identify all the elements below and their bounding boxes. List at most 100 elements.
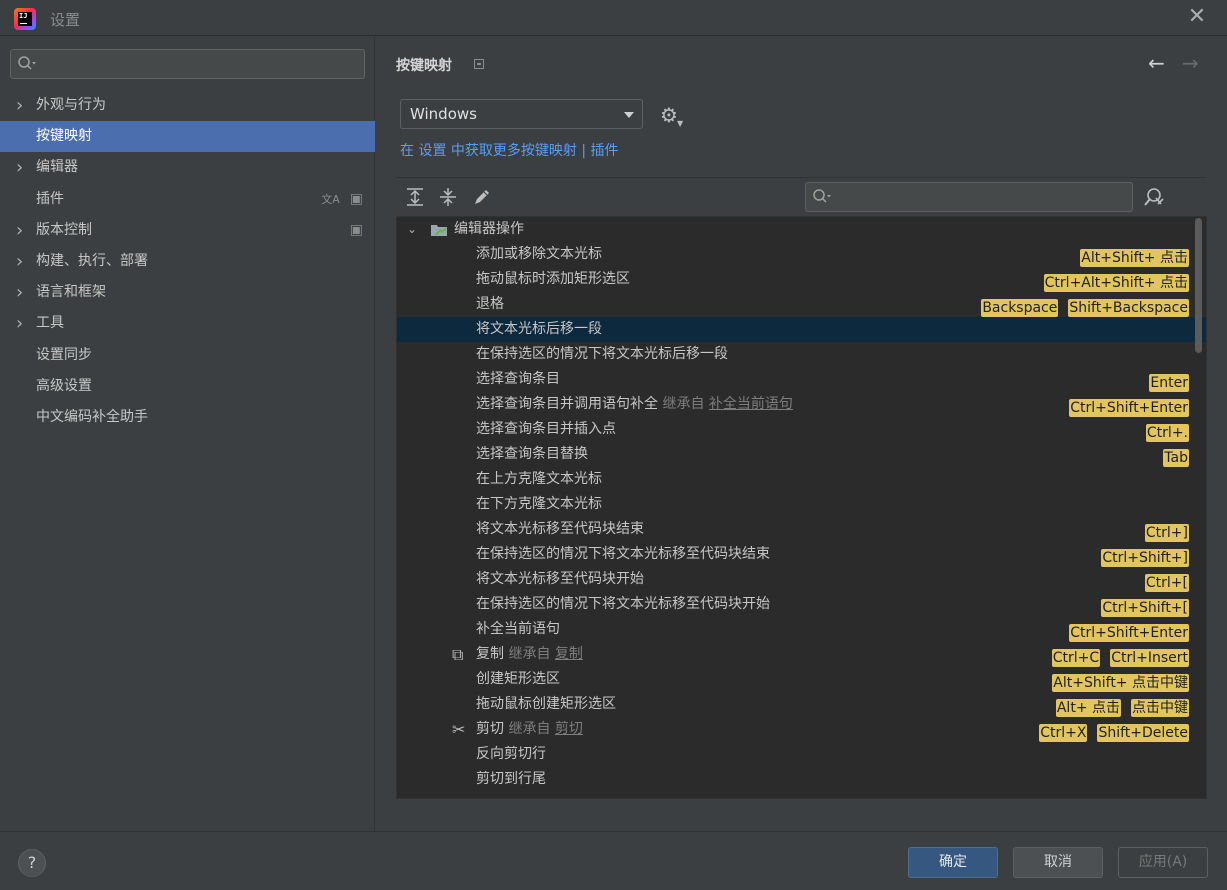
tree-action-row[interactable]: 选择查询条目并调用语句补全 继承自 补全当前语句 Ctrl+Shift+Enter [397, 392, 1206, 417]
help-button[interactable]: ? [18, 849, 46, 877]
shortcut-badge[interactable]: Shift+Delete [1097, 724, 1189, 742]
tree-action-label-group: 将文本光标后移一段 [476, 317, 602, 342]
tree-action-label: 补全当前语句 [476, 621, 560, 637]
collapse-all-icon[interactable] [439, 187, 457, 212]
tree-action-row[interactable]: 在保持选区的情况下将文本光标移至代码块结束 Ctrl+Shift+] [397, 542, 1206, 567]
shortcut-list: Ctrl+Alt+Shift+ 点击 [1034, 271, 1189, 292]
tree-action-row[interactable]: 反向剪切行 [397, 742, 1206, 767]
shortcut-badge[interactable]: Ctrl+Shift+[ [1101, 599, 1189, 617]
shortcut-badge[interactable]: Ctrl+. [1145, 424, 1189, 442]
cancel-button[interactable]: 取消 [1013, 847, 1103, 878]
sidebar-item[interactable]: › 编辑器 [0, 152, 375, 183]
sidebar-search-input[interactable] [10, 49, 365, 79]
shortcut-badge[interactable]: Alt+Shift+ 点击 [1080, 249, 1189, 267]
shortcut-badge[interactable]: Ctrl+Alt+Shift+ 点击 [1043, 274, 1189, 292]
tree-action-row[interactable]: 选择查询条目并插入点 Ctrl+. [397, 417, 1206, 442]
action-search-input[interactable] [805, 182, 1133, 212]
shortcut-badge[interactable]: Ctrl+C [1051, 649, 1101, 667]
tree-category-row[interactable]: ⌄ 编辑器操作 [397, 217, 1206, 242]
shortcut-badge[interactable]: Enter [1149, 374, 1189, 392]
get-more-keymaps-links: 在 设置 中获取更多按键映射 | 插件 [400, 140, 619, 160]
sidebar-item[interactable]: › 版本控制 ▣ [0, 215, 375, 246]
tree-action-row[interactable]: 在上方克隆文本光标 [397, 467, 1206, 492]
tree-action-row[interactable]: 选择查询条目 Enter [397, 367, 1206, 392]
ok-button[interactable]: 确定 [908, 847, 998, 878]
shortcut-badge[interactable]: Backspace [981, 299, 1059, 317]
tree-action-row[interactable]: 补全当前语句 Ctrl+Shift+Enter [397, 617, 1206, 642]
gear-icon[interactable]: ⚙ [660, 103, 678, 127]
chevron-right-icon[interactable]: › [16, 152, 30, 183]
tree-action-label-group: 将文本光标移至代码块开始 [476, 567, 644, 592]
close-icon[interactable]: ✕ [1186, 6, 1208, 29]
sidebar-item[interactable]: › 工具 [0, 308, 375, 339]
tree-action-row[interactable]: 选择查询条目替换 Tab [397, 442, 1206, 467]
apply-button[interactable]: 应用(A) [1118, 847, 1208, 878]
keymap-dropdown[interactable]: Windows [400, 99, 643, 129]
tree-action-row[interactable]: ⧉ 复制 继承自 复制 Ctrl+C Ctrl+Insert [397, 642, 1206, 667]
edit-shortcut-icon[interactable] [472, 187, 492, 212]
tree-action-label-group: 创建矩形选区 [476, 667, 560, 692]
shortcut-badge[interactable]: Ctrl+Shift+Enter [1069, 399, 1189, 417]
plugins-link[interactable]: 插件 [591, 143, 619, 159]
shortcut-badge[interactable]: 点击中键 [1131, 699, 1189, 717]
shortcut-badge[interactable]: Shift+Backspace [1068, 299, 1189, 317]
tree-action-label-group: 退格 [476, 292, 504, 317]
sidebar-item-label: 中文编码补全助手 [36, 409, 148, 425]
sidebar-item-icons: ▣ [340, 215, 363, 246]
inherited-target-link[interactable]: 补全当前语句 [709, 396, 793, 412]
chevron-down-icon[interactable]: ⌄ [407, 217, 417, 242]
tree-action-row[interactable]: ✂ 剪切 继承自 剪切 Ctrl+X Shift+Delete [397, 717, 1206, 742]
tree-action-row[interactable]: 将文本光标移至代码块结束 Ctrl+] [397, 517, 1206, 542]
shortcut-list: Ctrl+. [1136, 421, 1189, 442]
inherited-target-link[interactable]: 剪切 [555, 721, 583, 737]
tree-action-row[interactable]: 创建矩形选区 Alt+Shift+ 点击中键 [397, 667, 1206, 692]
shortcut-badge[interactable]: Ctrl+[ [1144, 574, 1189, 592]
shortcut-badge[interactable]: Ctrl+Shift+] [1101, 549, 1189, 567]
get-more-keymaps-link[interactable]: 在 设置 中获取更多按键映射 [400, 143, 577, 159]
forward-arrow-icon[interactable]: → [1182, 51, 1199, 75]
back-arrow-icon[interactable]: ← [1148, 51, 1165, 75]
tree-action-row[interactable]: 在下方克隆文本光标 [397, 492, 1206, 517]
tree-action-row[interactable]: 拖动鼠标创建矩形选区 Alt+ 点击 点击中键 [397, 692, 1206, 717]
shortcut-badge[interactable]: Alt+Shift+ 点击中键 [1052, 674, 1189, 692]
chevron-right-icon[interactable]: › [16, 308, 30, 339]
tree-scrollbar[interactable] [1195, 218, 1202, 353]
tree-action-row[interactable]: 拖动鼠标时添加矩形选区 Ctrl+Alt+Shift+ 点击 [397, 267, 1206, 292]
shortcut-badge[interactable]: Ctrl+Shift+Enter [1069, 624, 1189, 642]
tree-action-label-group: 选择查询条目 [476, 367, 560, 392]
expand-all-icon[interactable] [406, 187, 424, 212]
shortcut-badge[interactable]: Ctrl+] [1144, 524, 1189, 542]
chevron-right-icon[interactable]: › [16, 90, 30, 121]
shortcut-badge[interactable]: Ctrl+X [1039, 724, 1088, 742]
sidebar-item[interactable]: 按键映射 [0, 121, 375, 153]
tree-action-label-group: 在保持选区的情况下将文本光标移至代码块开始 [476, 592, 770, 617]
tree-action-row[interactable]: 将文本光标后移一段 [397, 317, 1206, 342]
tree-action-row[interactable]: 将文本光标移至代码块开始 Ctrl+[ [397, 567, 1206, 592]
sidebar-item[interactable]: › 语言和框架 [0, 277, 375, 308]
chevron-right-icon[interactable]: › [16, 215, 30, 246]
sidebar-item[interactable]: 设置同步 [0, 340, 375, 371]
shortcut-badge[interactable]: Alt+ 点击 [1055, 699, 1121, 717]
shortcut-badge[interactable]: Ctrl+Insert [1110, 649, 1189, 667]
sidebar-item[interactable]: 高级设置 [0, 371, 375, 402]
tree-action-row[interactable]: 退格 Backspace Shift+Backspace [397, 292, 1206, 317]
tree-action-label-group: 在上方克隆文本光标 [476, 467, 602, 492]
chevron-right-icon[interactable]: › [16, 246, 30, 277]
tree-action-label: 在保持选区的情况下将文本光标后移一段 [476, 346, 728, 362]
tree-action-row[interactable]: 在保持选区的情况下将文本光标后移一段 [397, 342, 1206, 367]
shortcut-badge[interactable]: Tab [1163, 449, 1189, 467]
chevron-right-icon[interactable]: › [16, 277, 30, 308]
sidebar-item[interactable]: 插件 文A ▣ [0, 184, 375, 215]
tree-action-row[interactable]: 在保持选区的情况下将文本光标移至代码块开始 Ctrl+Shift+[ [397, 592, 1206, 617]
page-title: 按键映射 [396, 58, 452, 74]
find-by-shortcut-icon[interactable] [1144, 187, 1166, 212]
tree-action-label: 在上方克隆文本光标 [476, 471, 602, 487]
tree-action-label: 选择查询条目并调用语句补全 [476, 396, 658, 412]
sidebar-item[interactable]: › 外观与行为 [0, 90, 375, 121]
tree-action-row[interactable]: 剪切到行尾 [397, 767, 1206, 792]
sidebar-item[interactable]: › 构建、执行、部署 [0, 246, 375, 277]
sidebar-item[interactable]: 中文编码补全助手 [0, 402, 375, 433]
copy-icon: ⧉ [452, 645, 464, 664]
tree-action-row[interactable]: 添加或移除文本光标 Alt+Shift+ 点击 [397, 242, 1206, 267]
inherited-target-link[interactable]: 复制 [555, 646, 583, 662]
